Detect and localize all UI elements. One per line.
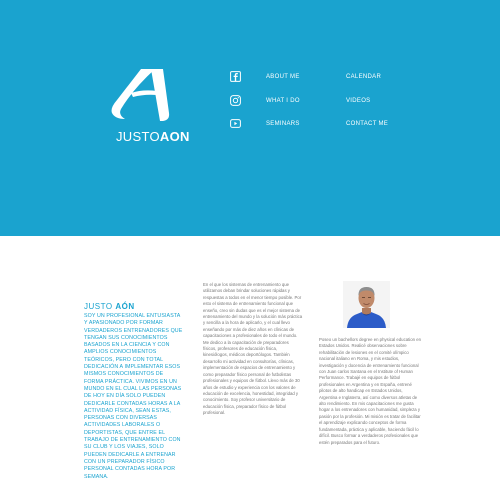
logo-mark — [111, 69, 170, 121]
nav-what-i-do[interactable]: WHAT I DO — [266, 97, 300, 105]
logo-wordmark: JUSTOAON — [116, 129, 190, 145]
right-column-text: Poseo un bachellors degree en physical e… — [319, 337, 422, 445]
nav-videos[interactable]: VIDEOS — [346, 97, 370, 105]
middle-paragraph-1: En el que los sistemas de entrenamiento … — [203, 282, 303, 339]
logo-name-light: JUSTO — [116, 129, 160, 144]
facebook-icon[interactable] — [230, 71, 241, 82]
youtube-icon[interactable] — [230, 118, 241, 129]
logo-name-bold: AON — [159, 129, 190, 144]
instagram-icon[interactable] — [230, 95, 241, 106]
middle-paragraph-2: Me dedico a la capacitación de preparado… — [203, 339, 300, 416]
nav-contact-me[interactable]: CONTACT ME — [346, 120, 388, 128]
bio-intro-text: Soy un profesional entusiasta y apasiona… — [84, 313, 183, 480]
nav-seminars[interactable]: SEMINARS — [266, 120, 300, 128]
nav-calendar[interactable]: CALENDAR — [346, 73, 381, 81]
bio-title-light: JUSTO — [84, 302, 113, 311]
middle-column: En el que los sistemas de entrenamiento … — [203, 282, 303, 417]
nav-about-me[interactable]: ABOUT ME — [266, 73, 300, 81]
bio-title: JUSTO AÓN — [84, 302, 135, 312]
bio-title-bold: AÓN — [115, 302, 135, 311]
header-banner: JUSTOAON ABOUT ME WHAT I DO SEMINARS CAL… — [0, 0, 500, 236]
portrait-photo — [343, 281, 390, 328]
